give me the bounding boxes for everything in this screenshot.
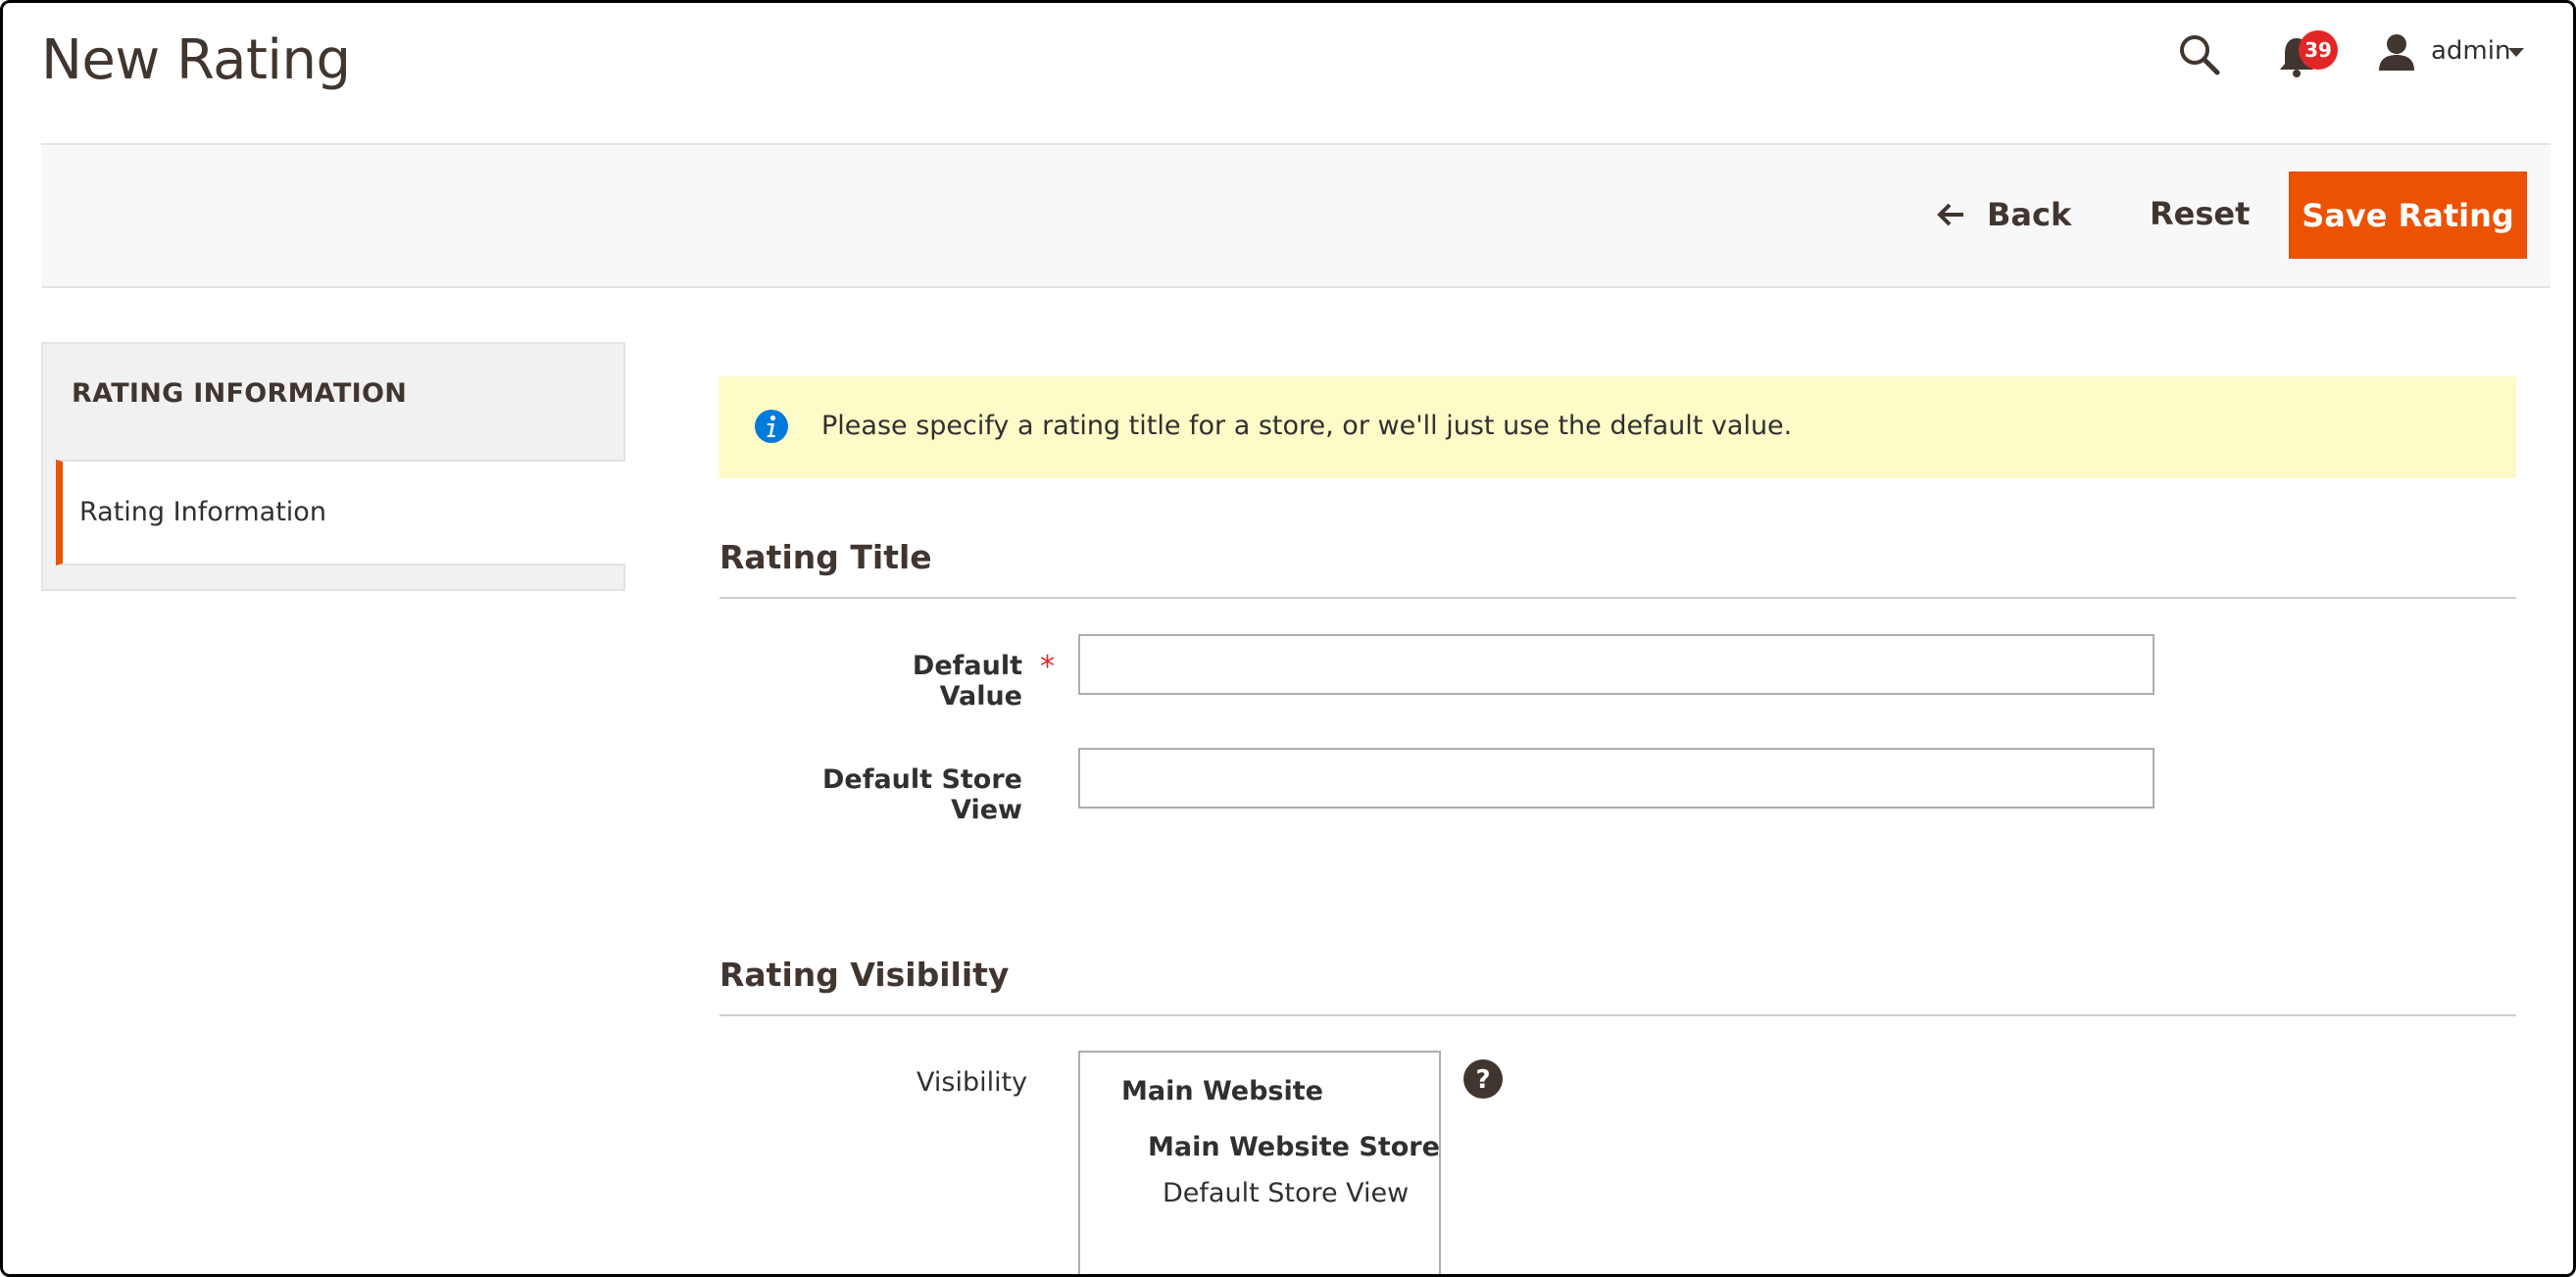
section-divider [719,597,2516,599]
tabs-heading: RATING INFORMATION [72,378,408,409]
tab-rating-information-label[interactable]: Rating Information [79,497,326,527]
option-group-store: Main Website Store [1148,1132,1440,1162]
caret-down-icon[interactable] [2508,48,2524,57]
option-group-website: Main Website [1121,1076,1323,1106]
default-store-view-input[interactable] [1078,748,2155,809]
arrow-left-icon [1937,203,1963,226]
notification-badge: 39 [2299,30,2338,70]
section-title-rating-title: Rating Title [719,538,932,576]
info-message-text: Please specify a rating title for a stor… [821,411,1793,441]
back-button-label: Back [1987,196,2072,233]
user-icon[interactable] [2377,33,2416,71]
section-title-rating-visibility: Rating Visibility [719,956,1010,994]
section-divider [719,1014,2516,1016]
search-icon[interactable] [2177,32,2220,75]
save-rating-button[interactable]: Save Rating [2289,172,2527,259]
info-icon [755,410,788,443]
svg-text:?: ? [1475,1065,1490,1095]
page-frame: New Rating 39 admin Back Reset Save Rati… [0,0,2576,1277]
option-store-view[interactable]: Default Store View [1163,1178,1409,1208]
help-icon[interactable]: ? [1462,1058,1504,1100]
page-title: New Rating [41,28,351,92]
default-value-label: Default Value [912,651,1022,712]
default-store-view-label: Default Store View [821,764,1022,825]
required-asterisk: * [1040,650,1055,684]
user-menu-label[interactable]: admin [2431,36,2510,66]
visibility-label: Visibility [916,1067,1028,1098]
back-button[interactable]: Back [1936,195,2071,234]
reset-button[interactable]: Reset [2150,195,2250,232]
default-value-input[interactable] [1078,634,2155,695]
